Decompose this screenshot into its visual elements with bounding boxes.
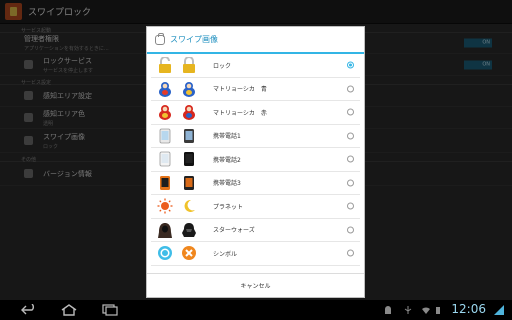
hooded-figure-icon bbox=[158, 222, 172, 238]
clock: 12:06 bbox=[451, 302, 486, 316]
phone-white-icon bbox=[159, 151, 171, 167]
option-label: 携帯電話1 bbox=[213, 133, 241, 141]
phone-dark-icon bbox=[184, 128, 194, 143]
dark-helmet-icon bbox=[182, 222, 196, 237]
option-label: シンボル bbox=[213, 250, 238, 258]
option-label: スターウォーズ bbox=[213, 227, 255, 235]
option-phone-2[interactable]: 携帯電話2 bbox=[151, 148, 360, 172]
option-label: マトリョーシカ 赤 bbox=[213, 109, 267, 117]
cancel-button[interactable]: キャンセル bbox=[147, 273, 364, 297]
option-label: マトリョーシカ 青 bbox=[213, 86, 267, 94]
matryoshka-red-icon bbox=[183, 105, 195, 121]
option-planet[interactable]: プラネット bbox=[151, 195, 360, 219]
radio-button[interactable] bbox=[347, 249, 354, 257]
signal-icon bbox=[494, 305, 504, 315]
radio-button[interactable] bbox=[347, 179, 354, 187]
option-matryoshka-red[interactable]: マトリョーシカ 赤 bbox=[151, 101, 360, 125]
wifi-icon bbox=[422, 307, 430, 314]
phone-orange-icon bbox=[160, 175, 170, 190]
option-lock[interactable]: ロック bbox=[151, 54, 360, 78]
radio-button[interactable] bbox=[347, 226, 354, 234]
usb-icon bbox=[404, 306, 412, 314]
matryoshka-blue-icon bbox=[159, 81, 171, 97]
cross-symbol-icon bbox=[182, 246, 196, 261]
radio-button[interactable] bbox=[347, 61, 354, 69]
lock-open-icon bbox=[159, 57, 171, 74]
dialog-title: スワイプ画像 bbox=[170, 35, 218, 44]
home-icon[interactable] bbox=[60, 304, 78, 316]
option-phone-3[interactable]: 携帯電話3 bbox=[151, 172, 360, 195]
option-symbol[interactable]: シンボル bbox=[151, 242, 360, 266]
swipe-image-dialog: スワイプ画像 ロック マトリョーシカ 青 マトリョーシカ 赤 携帯電話1 携帯電… bbox=[146, 26, 365, 298]
android-debug-icon bbox=[385, 306, 391, 314]
phone-black-icon bbox=[184, 152, 194, 167]
radio-button[interactable] bbox=[347, 108, 354, 116]
moon-icon bbox=[184, 200, 195, 213]
radio-button[interactable] bbox=[347, 202, 354, 210]
image-option-list: ロック マトリョーシカ 青 マトリョーシカ 赤 携帯電話1 携帯電話2 携帯電話… bbox=[147, 54, 364, 266]
navigation-bar: 12:06 bbox=[0, 300, 512, 320]
option-label: 携帯電話3 bbox=[213, 180, 241, 188]
phone-white-icon bbox=[159, 128, 171, 144]
back-icon[interactable] bbox=[20, 304, 38, 316]
radio-button[interactable] bbox=[347, 155, 354, 163]
option-label: プラネット bbox=[213, 203, 244, 211]
radio-button[interactable] bbox=[347, 132, 354, 140]
recent-apps-icon[interactable] bbox=[100, 304, 118, 316]
lock-icon bbox=[155, 32, 165, 45]
circle-symbol-icon bbox=[158, 246, 172, 261]
radio-button[interactable] bbox=[347, 85, 354, 93]
option-label: ロック bbox=[213, 62, 232, 70]
option-matryoshka-blue[interactable]: マトリョーシカ 青 bbox=[151, 78, 360, 101]
option-label: 携帯電話2 bbox=[213, 156, 241, 164]
sun-icon bbox=[157, 198, 173, 214]
dialog-header: スワイプ画像 bbox=[147, 27, 364, 54]
phone-black-icon bbox=[184, 175, 194, 190]
option-phone-1[interactable]: 携帯電話1 bbox=[151, 125, 360, 148]
option-star-wars[interactable]: スターウォーズ bbox=[151, 219, 360, 242]
matryoshka-blue-icon bbox=[183, 81, 195, 97]
matryoshka-red-icon bbox=[159, 105, 171, 121]
battery-icon bbox=[436, 307, 440, 314]
lock-closed-icon bbox=[183, 57, 195, 74]
